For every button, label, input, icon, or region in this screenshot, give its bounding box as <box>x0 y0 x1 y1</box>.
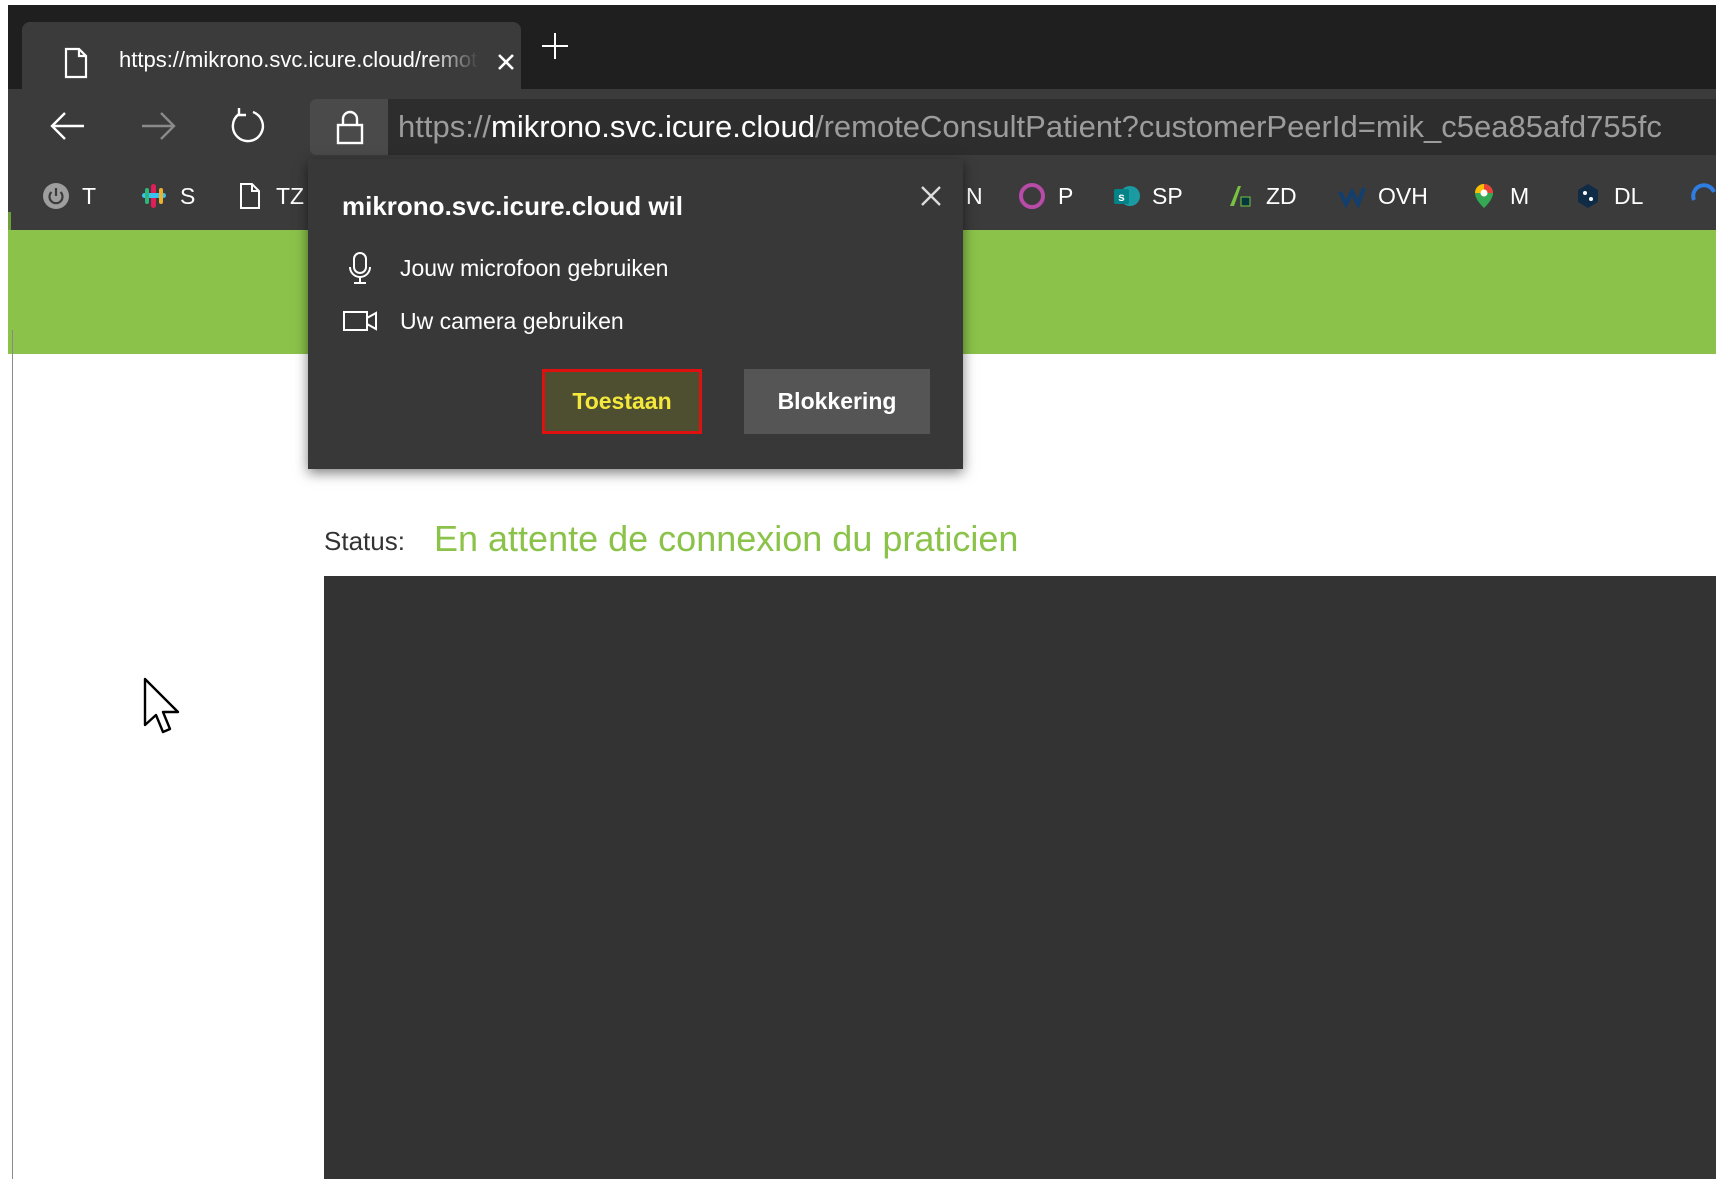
circle-icon <box>1019 183 1045 209</box>
url-path: /remoteConsultPatient?customerPeerId=mik… <box>814 109 1662 144</box>
power-icon <box>43 183 69 209</box>
close-icon[interactable] <box>492 48 520 76</box>
bookmark-n[interactable]: N <box>966 180 983 212</box>
bookmark-label: N <box>966 182 983 209</box>
bookmark-tz[interactable]: TZ <box>236 180 304 212</box>
deepl-icon <box>1578 184 1598 208</box>
bookmark-label: DL <box>1614 182 1644 209</box>
bookmark-sp[interactable]: s SP <box>1112 180 1183 212</box>
camera-icon <box>343 311 377 331</box>
bookmark-p[interactable]: P <box>1018 180 1073 212</box>
bookmark-label: OVH <box>1378 182 1428 209</box>
permission-label: Uw camera gebruiken <box>400 307 624 334</box>
bookmark-ovh[interactable]: OVH <box>1338 180 1428 212</box>
lock-icon <box>336 110 364 145</box>
forward-arrow-icon[interactable] <box>138 108 178 144</box>
bookmark-label: SP <box>1152 182 1183 209</box>
bookmark-label: TZ <box>276 182 305 209</box>
bookmark-t[interactable]: T <box>42 180 96 212</box>
maps-pin-icon <box>1475 184 1493 208</box>
tab-title: https://mikrono.svc.icure.cloud/remoteCo… <box>119 47 479 72</box>
permission-microphone: Jouw microfoon gebruiken <box>342 251 668 285</box>
bookmark-label: T <box>82 182 97 209</box>
page-icon <box>64 47 88 79</box>
permission-label: Jouw microfoon gebruiken <box>400 254 669 281</box>
allow-button[interactable]: Toestaan <box>542 369 702 434</box>
bookmark-zd[interactable]: ZD <box>1226 180 1297 212</box>
browser-tab[interactable]: https://mikrono.svc.icure.cloud/remoteCo… <box>22 22 521 89</box>
svg-text:s: s <box>1118 190 1125 204</box>
permission-camera: Uw camera gebruiken <box>342 304 624 338</box>
sharepoint-icon: s <box>1114 186 1140 206</box>
permission-popup: mikrono.svc.icure.cloud wil Jouw microfo… <box>308 159 963 469</box>
ovh-icon <box>1338 187 1366 209</box>
bookmark-dl[interactable]: DL <box>1574 180 1643 212</box>
page-icon <box>240 183 260 209</box>
block-button[interactable]: Blokkering <box>744 369 930 434</box>
url-text[interactable]: https://mikrono.svc.icure.cloud/remoteCo… <box>398 99 1662 155</box>
tab-strip: https://mikrono.svc.icure.cloud/remoteCo… <box>8 5 1716 89</box>
bookmark-label: M <box>1510 182 1530 209</box>
page-divider <box>12 330 13 1179</box>
bookmark-m[interactable]: M <box>1470 180 1529 212</box>
bookmark-label: ZD <box>1266 182 1297 209</box>
status-value: En attente de connexion du praticien <box>434 518 1019 559</box>
bookmark-label: S <box>180 182 196 209</box>
reload-icon[interactable] <box>228 106 268 146</box>
new-tab-icon[interactable] <box>538 29 572 63</box>
back-arrow-icon[interactable] <box>48 108 88 144</box>
url-host: mikrono.svc.icure.cloud <box>491 109 815 144</box>
address-bar[interactable]: https://mikrono.svc.icure.cloud/remoteCo… <box>310 99 1716 155</box>
status-label: Status: <box>324 526 405 556</box>
bookmark-overflow-icon[interactable] <box>1690 180 1716 210</box>
bookmark-label: P <box>1058 182 1074 209</box>
popup-title: mikrono.svc.icure.cloud wil <box>342 191 683 221</box>
site-info-button[interactable] <box>310 99 388 155</box>
bookmark-s[interactable]: S <box>140 180 195 212</box>
zendesk-icon <box>1230 186 1251 207</box>
video-area <box>324 576 1716 1179</box>
slack-icon <box>142 184 166 208</box>
url-scheme: https:// <box>398 109 492 144</box>
mouse-cursor-icon <box>143 677 180 734</box>
close-icon[interactable] <box>916 181 946 211</box>
microphone-icon <box>349 252 371 284</box>
